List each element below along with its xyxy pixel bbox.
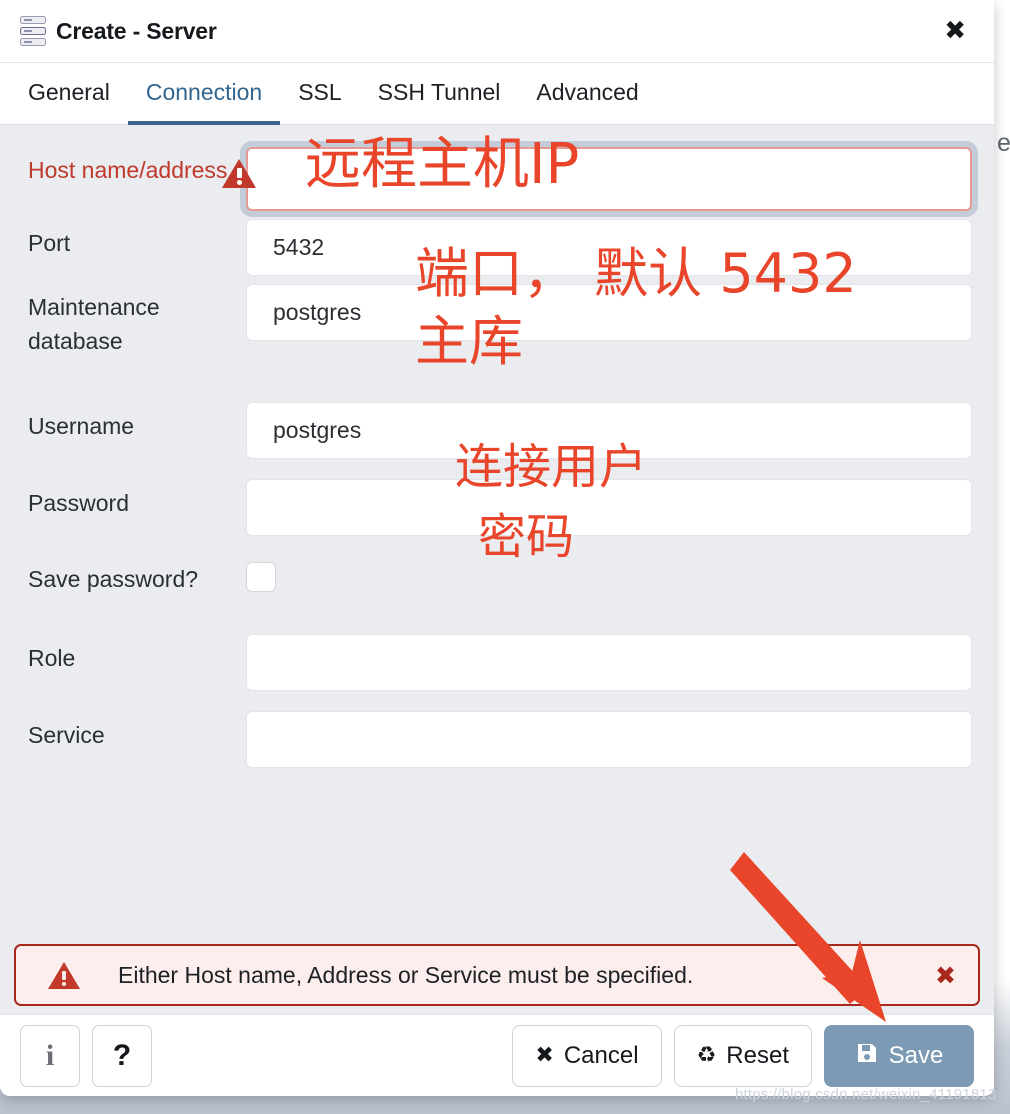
server-stack-icon — [20, 16, 46, 46]
hostname-label: Host name/address — [28, 157, 228, 183]
watermark: https://blog.csdn.net/weixin_41191813 — [735, 1086, 997, 1103]
tab-ssl[interactable]: SSL — [280, 64, 359, 125]
form-row-save-password: Save password? — [14, 556, 980, 596]
form-row-port: Port 5432 — [14, 219, 980, 276]
close-icon: ✖ — [535, 1043, 554, 1068]
save-password-label: Save password? — [28, 566, 199, 592]
service-label: Service — [28, 722, 105, 748]
reset-button-label: Reset — [726, 1041, 789, 1069]
hostname-input[interactable] — [246, 147, 972, 211]
background-text-fragment: e — [997, 129, 1010, 157]
error-alert: Either Host name, Address or Service mus… — [14, 944, 980, 1006]
alert-close-icon[interactable]: ✖ — [929, 961, 962, 990]
dialog-title: Create - Server — [56, 17, 217, 44]
cancel-button-label: Cancel — [563, 1041, 639, 1069]
close-icon[interactable]: ✖ — [938, 16, 972, 46]
warning-triangle-icon — [222, 159, 256, 188]
form-row-username: Username postgres — [14, 402, 980, 459]
role-input[interactable] — [246, 634, 972, 691]
recycle-icon: ♻ — [696, 1043, 717, 1068]
info-button[interactable]: i — [20, 1024, 80, 1087]
form-row-maintenance-database: Maintenance database postgres — [14, 284, 980, 358]
dialog-footer: i ? ✖ Cancel ♻ Reset Save — [0, 1014, 994, 1096]
maintenance-database-label: Maintenance database — [28, 294, 160, 354]
port-label: Port — [28, 230, 71, 256]
create-server-dialog: Create - Server ✖ General Connection SSL… — [0, 0, 994, 1096]
form-row-hostname: Host name/address — [14, 147, 980, 211]
alert-container: Either Host name, Address or Service mus… — [0, 944, 994, 1014]
cancel-button[interactable]: ✖ Cancel — [512, 1024, 662, 1087]
tab-ssh-tunnel[interactable]: SSH Tunnel — [360, 64, 519, 125]
form-row-service: Service — [14, 711, 980, 768]
dialog-titlebar: Create - Server ✖ — [0, 0, 994, 63]
save-password-checkbox[interactable] — [246, 562, 276, 592]
save-button-label: Save — [888, 1041, 944, 1069]
floppy-disk-icon — [855, 1041, 879, 1071]
form-row-role: Role — [14, 634, 980, 691]
alert-message: Either Host name, Address or Service mus… — [118, 961, 694, 988]
username-input[interactable]: postgres — [246, 402, 972, 459]
warning-triangle-icon — [48, 961, 80, 989]
save-password-checkbox-wrap — [246, 556, 980, 592]
tab-general[interactable]: General — [20, 64, 128, 125]
help-button[interactable]: ? — [92, 1024, 152, 1087]
tab-connection[interactable]: Connection — [127, 64, 281, 125]
port-input[interactable]: 5432 — [246, 219, 972, 276]
username-label: Username — [28, 413, 135, 439]
password-input[interactable] — [246, 479, 972, 536]
role-label: Role — [28, 645, 76, 671]
save-button[interactable]: Save — [824, 1024, 974, 1087]
password-label: Password — [28, 490, 129, 516]
reset-button[interactable]: ♻ Reset — [673, 1024, 812, 1087]
maintenance-database-input[interactable]: postgres — [246, 284, 972, 341]
form-row-password: Password — [14, 479, 980, 536]
tab-bar: General Connection SSL SSH Tunnel Advanc… — [0, 63, 994, 125]
tab-advanced[interactable]: Advanced — [518, 64, 656, 125]
connection-form: Host name/address Port 5432 Maintenance … — [0, 125, 994, 944]
service-input[interactable] — [246, 711, 972, 768]
